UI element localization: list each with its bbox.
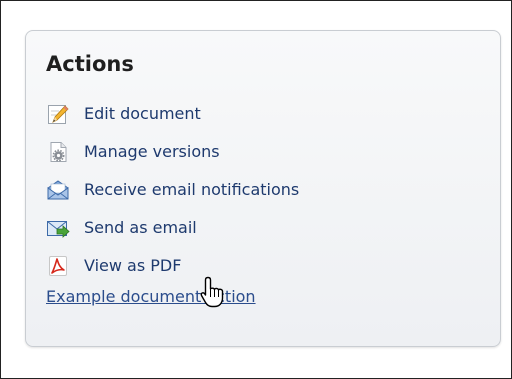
panel-title: Actions — [46, 52, 134, 76]
view-as-pdf-action[interactable]: View as PDF — [46, 247, 299, 285]
receive-email-notifications-action[interactable]: Receive email notifications — [46, 171, 299, 209]
actions-panel: Actions Edit document Manage versions Re… — [25, 30, 501, 347]
edit-document-action[interactable]: Edit document — [46, 95, 299, 133]
pencil-icon — [46, 102, 70, 126]
action-label: Send as email — [84, 218, 197, 237]
action-label: View as PDF — [84, 256, 182, 275]
send-as-email-action[interactable]: Send as email — [46, 209, 299, 247]
action-label: Manage versions — [84, 142, 220, 161]
manage-versions-action[interactable]: Manage versions — [46, 133, 299, 171]
action-label: Receive email notifications — [84, 180, 300, 199]
envelope-open-icon — [46, 178, 70, 202]
pdf-icon — [46, 254, 70, 278]
action-list: Edit document Manage versions Receive em… — [46, 95, 299, 285]
envelope-arrow-icon — [46, 216, 70, 240]
hand-pointer-icon — [198, 275, 228, 309]
document-gear-icon — [46, 140, 70, 164]
action-label: Edit document — [84, 104, 201, 123]
window-frame: Actions Edit document Manage versions Re… — [0, 0, 512, 379]
